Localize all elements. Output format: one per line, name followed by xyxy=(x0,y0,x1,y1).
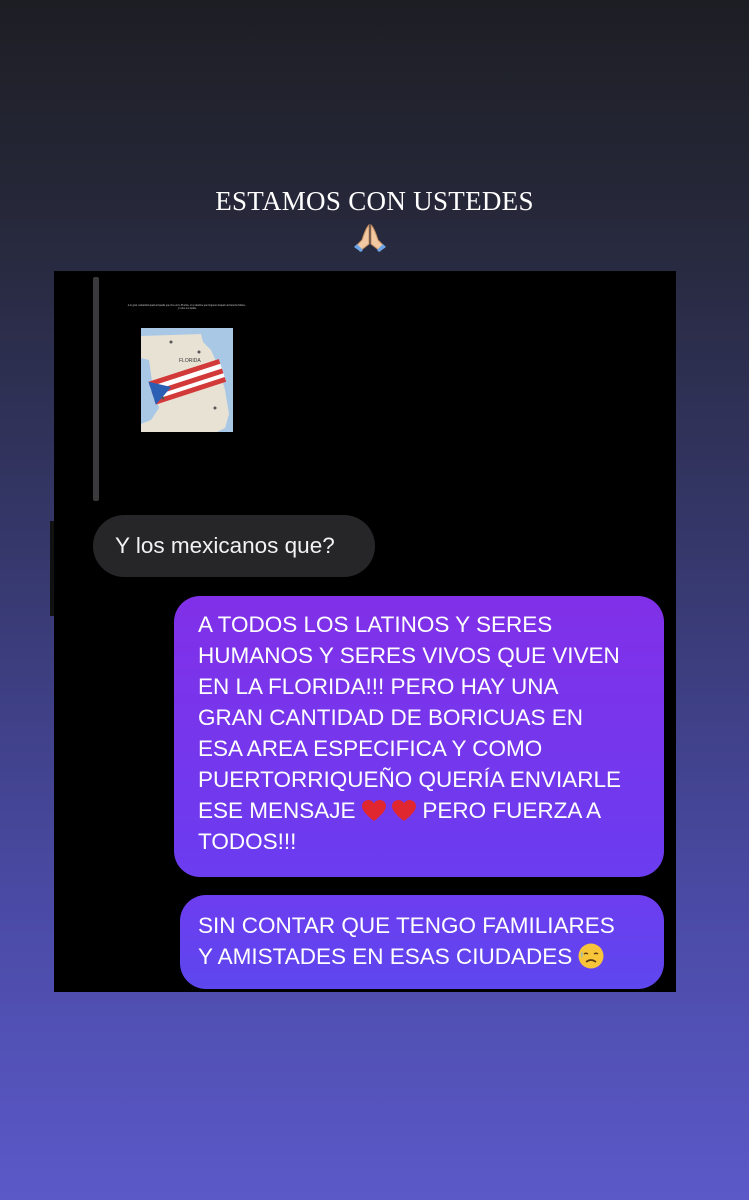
message-line: ESA AREA ESPECIFICA Y COMO xyxy=(198,736,543,761)
message-text: Y AMISTADES EN ESAS CIUDADES xyxy=(198,944,573,969)
sent-message-bubble[interactable]: A TODOS LOS LATINOS Y SERES HUMANOS Y SE… xyxy=(174,596,664,877)
florida-flag-map-image: FLORIDA xyxy=(141,328,233,432)
shared-post-caption: A la gran comunidad puertorriqueña que v… xyxy=(127,304,247,311)
sent-message-bubble-2[interactable]: SIN CONTAR QUE TENGO FAMILIARES Y AMISTA… xyxy=(180,895,664,989)
message-line: A TODOS LOS LATINOS Y SERES xyxy=(198,612,553,637)
red-heart-icon xyxy=(392,800,417,821)
message-text: PERO FUERZA A xyxy=(422,798,602,823)
chat-screenshot: A la gran comunidad puertorriqueña que v… xyxy=(50,271,676,992)
message-line: TODOS!!! xyxy=(198,829,297,854)
message-line: PUERTORRIQUEÑO QUERÍA ENVIARLE xyxy=(198,767,622,792)
message-line: GRAN CANTIDAD DE BORICUAS EN xyxy=(198,705,584,730)
message-line-with-hearts: ESE MENSAJE PERO FUERZA A xyxy=(198,795,648,826)
message-line: HUMANOS Y SERES VIVOS QUE VIVEN xyxy=(198,643,620,668)
message-line: SIN CONTAR QUE TENGO FAMILIARES xyxy=(198,913,615,938)
map-label: FLORIDA xyxy=(179,358,201,364)
screenshot-edge xyxy=(50,521,54,616)
sad-relieved-face-icon xyxy=(578,943,604,969)
story-headline: ESTAMOS CON USTEDES xyxy=(215,186,534,216)
reply-thread-line xyxy=(93,277,99,501)
message-line-with-emoji: Y AMISTADES EN ESAS CIUDADES xyxy=(198,941,654,972)
red-heart-icon xyxy=(361,800,386,821)
received-message-text: Y los mexicanos que? xyxy=(115,533,335,558)
message-line: EN LA FLORIDA!!! PERO HAY UNA xyxy=(198,674,559,699)
shared-post[interactable]: A la gran comunidad puertorriqueña que v… xyxy=(127,304,247,432)
received-message-bubble[interactable]: Y los mexicanos que? xyxy=(93,515,375,577)
message-text: ESE MENSAJE xyxy=(198,798,362,823)
folded-hands-icon xyxy=(354,223,386,252)
